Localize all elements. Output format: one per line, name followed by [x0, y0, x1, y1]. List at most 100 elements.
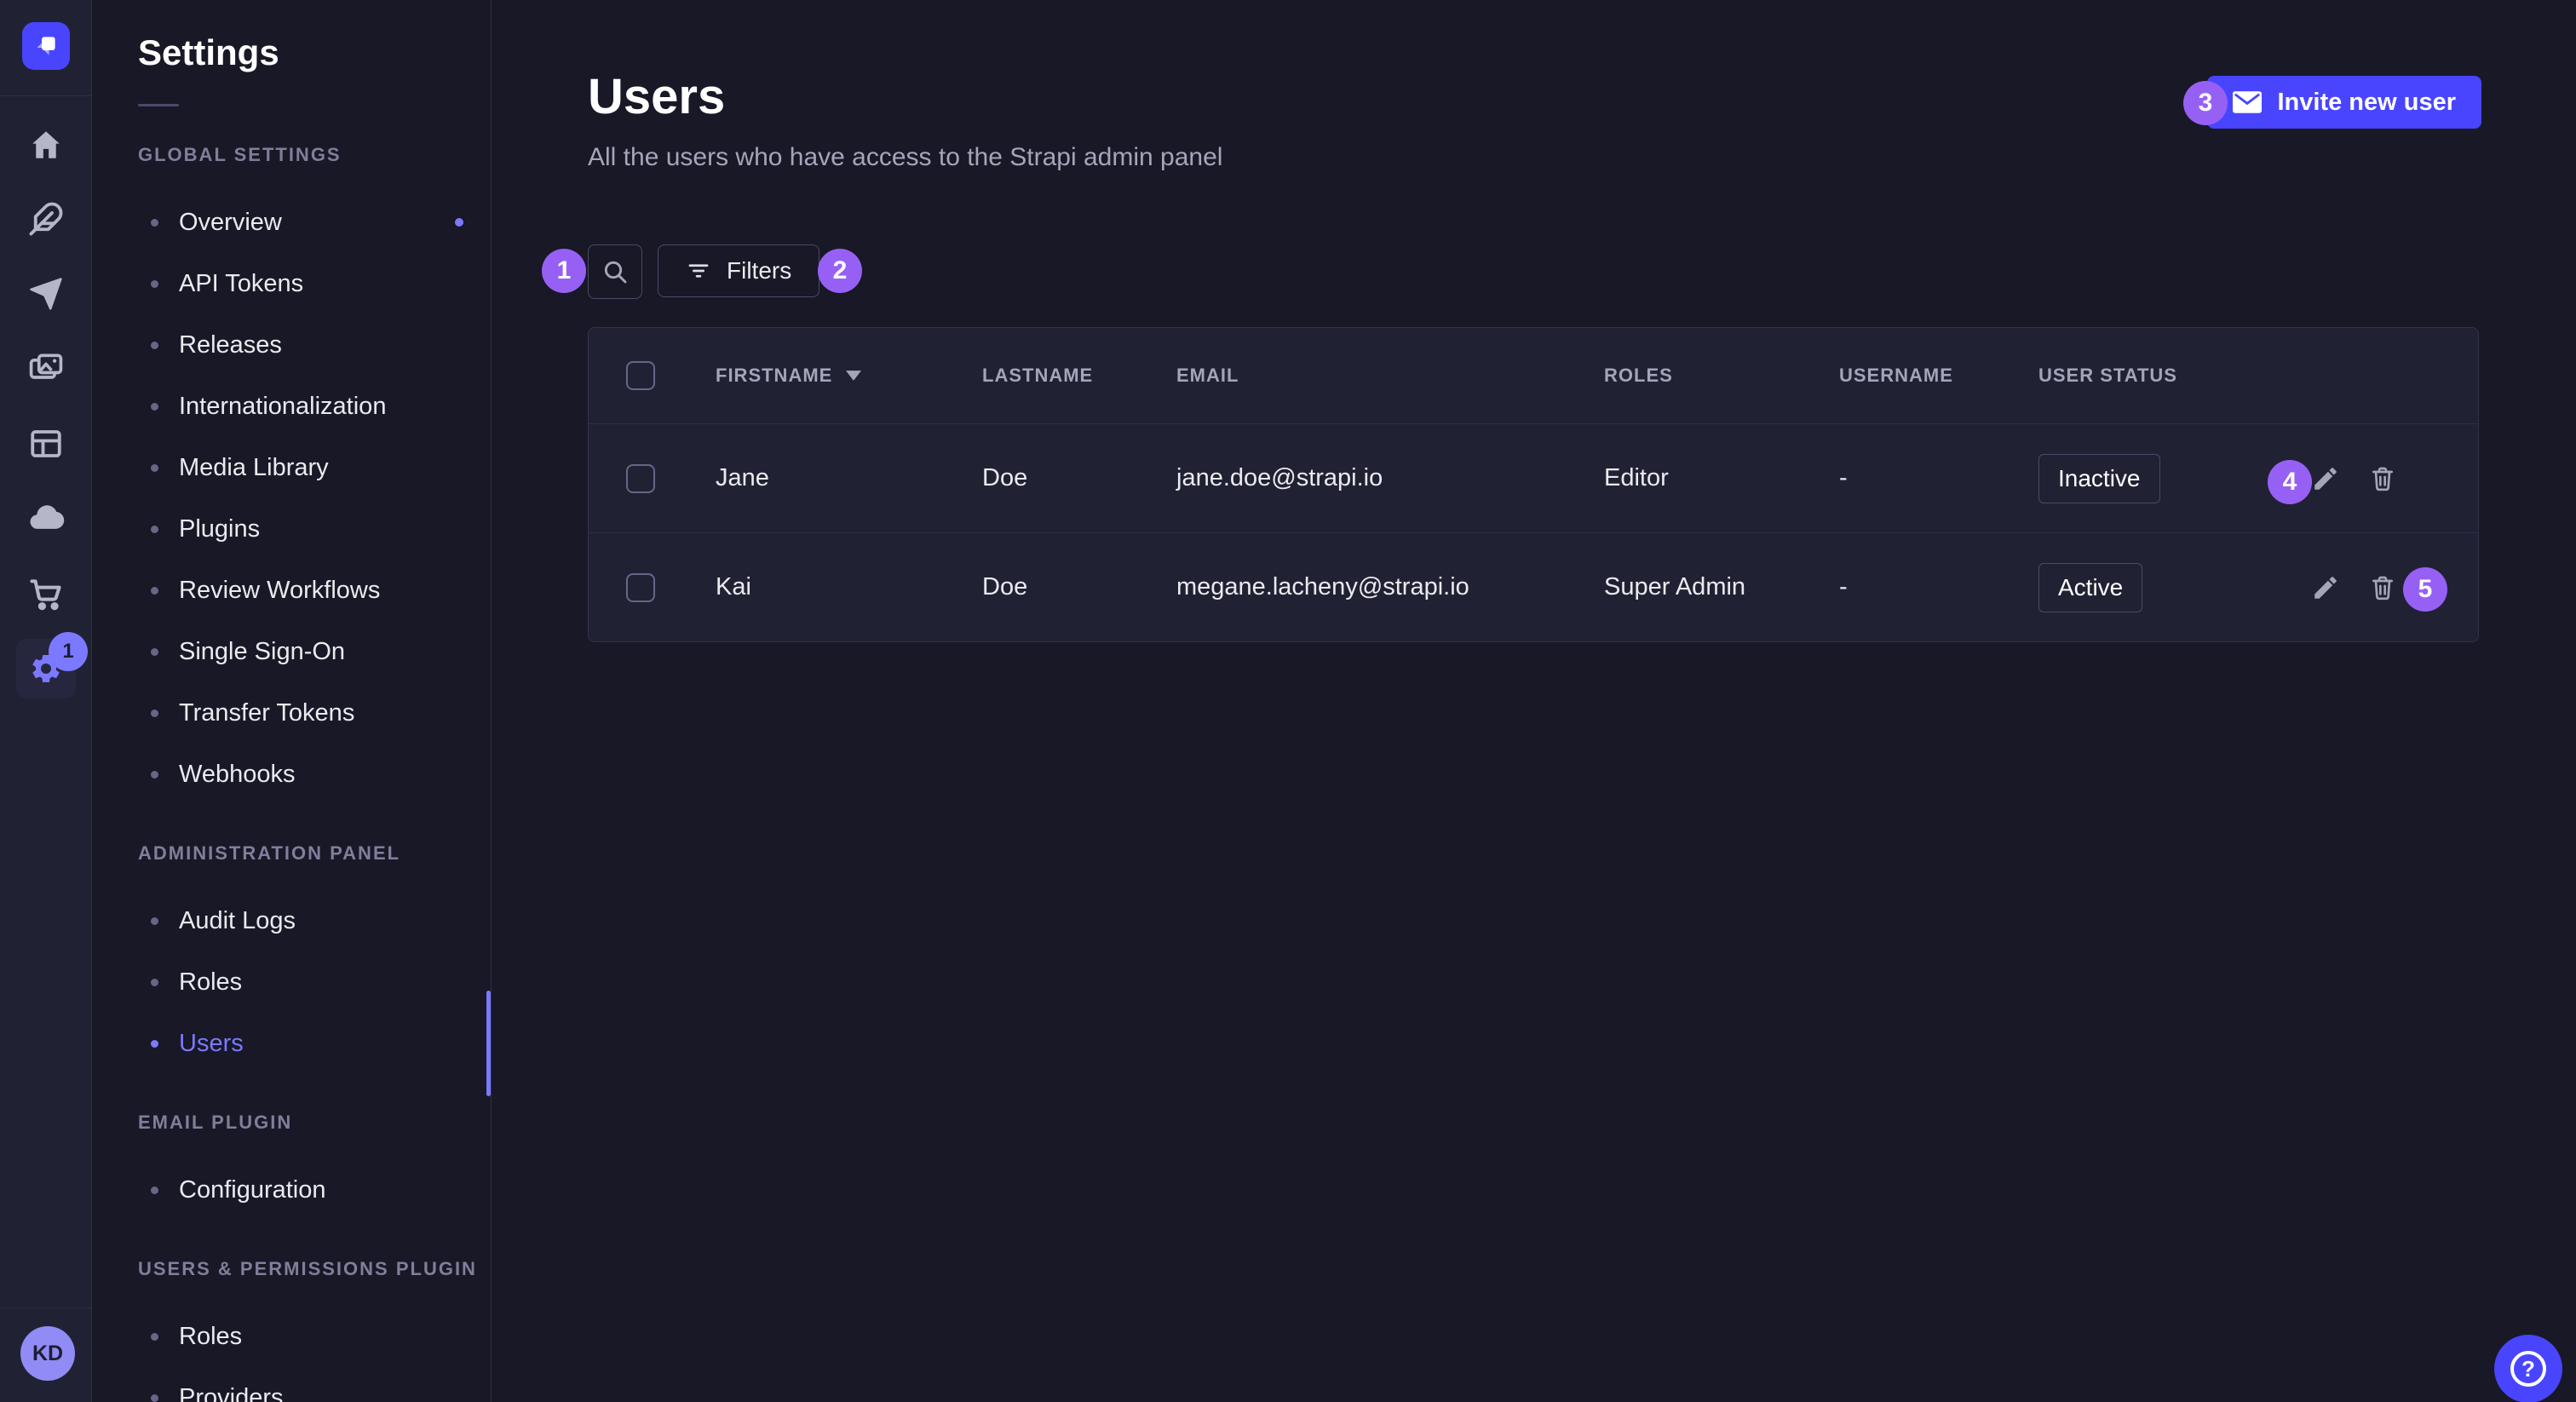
table-row-kai[interactable]: Kai Doe megane.lacheny@strapi.io Super A… [589, 532, 2478, 641]
bullet-icon [151, 342, 158, 349]
users-table: FIRSTNAME LASTNAME EMAIL ROLES USERNAME … [588, 327, 2479, 642]
bullet-icon [151, 771, 158, 779]
invite-new-user-button[interactable]: Invite new user [2207, 76, 2481, 129]
notification-dot-icon [455, 218, 463, 227]
sidebar-title-divider [138, 104, 179, 106]
edit-user-button[interactable] [2311, 573, 2340, 602]
strapi-logo-icon [32, 32, 60, 60]
marketplace-nav-button[interactable] [16, 564, 76, 623]
filter-icon [686, 258, 711, 284]
settings-sidebar: Settings GLOBAL SETTINGS Overview API To… [92, 0, 492, 1402]
sidebar-item-internationalization[interactable]: Internationalization [92, 376, 491, 437]
sidebar-item-releases[interactable]: Releases [92, 314, 491, 376]
section-global-settings: GLOBAL SETTINGS Overview API Tokens Rele… [92, 142, 491, 805]
sort-desc-icon [846, 371, 861, 381]
sidebar-item-providers[interactable]: Providers [92, 1367, 491, 1402]
bullet-icon [151, 219, 158, 227]
search-button[interactable] [588, 244, 642, 299]
sidebar-item-up-roles[interactable]: Roles [92, 1306, 491, 1367]
column-header-roles[interactable]: ROLES [1604, 365, 1839, 387]
page-subtitle: All the users who have access to the Str… [588, 143, 1222, 172]
column-header-user-status[interactable]: USER STATUS [2038, 365, 2286, 387]
annotation-badge-1: 1 [542, 249, 586, 293]
trash-icon [2369, 464, 2396, 493]
content-nav-button[interactable] [16, 189, 76, 249]
column-header-email[interactable]: EMAIL [1176, 365, 1604, 387]
cell-username: - [1839, 573, 2038, 601]
pencil-icon [2311, 573, 2340, 602]
active-item-indicator [486, 991, 491, 1096]
cell-roles: Editor [1604, 464, 1839, 492]
row-checkbox[interactable] [626, 573, 655, 602]
table-row-jane[interactable]: Jane Doe jane.doe@strapi.io Editor - Ina… [589, 423, 2478, 532]
select-all-checkbox[interactable] [626, 361, 655, 390]
cell-firstname: Kai [716, 573, 982, 601]
toolbar: Filters [588, 244, 819, 299]
media-library-nav-button[interactable] [16, 338, 76, 398]
bullet-icon [151, 464, 158, 472]
bullet-icon [151, 648, 158, 656]
sidebar-item-webhooks[interactable]: Webhooks [92, 744, 491, 805]
sidebar-item-transfer-tokens[interactable]: Transfer Tokens [92, 682, 491, 744]
sidebar-title: Settings [138, 32, 491, 73]
strapi-logo[interactable] [22, 22, 70, 70]
sidebar-item-configuration[interactable]: Configuration [92, 1159, 491, 1221]
home-nav-button[interactable] [16, 115, 76, 175]
rail-divider-bottom [0, 1307, 91, 1308]
row-checkbox[interactable] [626, 464, 655, 493]
cell-username: - [1839, 464, 2038, 492]
delete-user-button[interactable] [2369, 464, 2396, 493]
table-header-row: FIRSTNAME LASTNAME EMAIL ROLES USERNAME … [589, 328, 2478, 423]
images-icon [27, 349, 65, 387]
cell-email: megane.lacheny@strapi.io [1176, 573, 1604, 601]
bullet-icon [151, 1333, 158, 1341]
bullet-icon [151, 1394, 158, 1402]
column-header-username[interactable]: USERNAME [1839, 365, 2038, 387]
content-type-builder-nav-button[interactable] [16, 414, 76, 474]
search-icon [601, 258, 629, 285]
nav-rail: 1 KD [0, 0, 92, 1402]
bullet-icon [151, 1040, 158, 1048]
user-avatar[interactable]: KD [20, 1326, 75, 1381]
paper-plane-icon [28, 276, 64, 312]
bullet-icon [151, 280, 158, 288]
home-icon [28, 127, 64, 163]
cell-lastname: Doe [982, 573, 1176, 601]
bullet-icon [151, 403, 158, 411]
sidebar-item-admin-roles[interactable]: Roles [92, 951, 491, 1013]
help-button[interactable]: ? [2494, 1335, 2562, 1402]
bullet-icon [151, 587, 158, 595]
trash-icon [2369, 573, 2396, 602]
bullet-icon [151, 917, 158, 925]
sidebar-item-single-sign-on[interactable]: Single Sign-On [92, 621, 491, 682]
column-header-lastname[interactable]: LASTNAME [982, 365, 1176, 387]
cell-lastname: Doe [982, 464, 1176, 492]
bullet-icon [151, 526, 158, 533]
sidebar-item-api-tokens[interactable]: API Tokens [92, 253, 491, 314]
section-label: ADMINISTRATION PANEL [138, 841, 491, 866]
cart-icon [27, 575, 65, 612]
cell-firstname: Jane [716, 464, 982, 492]
edit-user-button[interactable] [2311, 464, 2340, 493]
annotation-badge-2: 2 [818, 249, 862, 293]
sidebar-item-users[interactable]: Users [92, 1013, 491, 1074]
send-nav-button[interactable] [16, 264, 76, 324]
cell-roles: Super Admin [1604, 573, 1839, 601]
column-header-firstname[interactable]: FIRSTNAME [716, 365, 982, 387]
sidebar-item-media-library[interactable]: Media Library [92, 437, 491, 498]
sidebar-item-review-workflows[interactable]: Review Workflows [92, 560, 491, 621]
section-label: EMAIL PLUGIN [138, 1110, 491, 1135]
filters-button[interactable]: Filters [658, 244, 819, 297]
sidebar-item-overview[interactable]: Overview [92, 192, 491, 253]
pencil-icon [2311, 464, 2340, 493]
section-email-plugin: EMAIL PLUGIN Configuration [92, 1110, 491, 1221]
layout-icon [28, 426, 64, 462]
annotation-badge-5: 5 [2403, 567, 2447, 612]
delete-user-button[interactable] [2369, 573, 2396, 602]
section-label: USERS & PERMISSIONS PLUGIN [138, 1256, 491, 1282]
sidebar-item-plugins[interactable]: Plugins [92, 498, 491, 560]
annotation-badge-3: 3 [2183, 81, 2228, 125]
section-administration-panel: ADMINISTRATION PANEL Audit Logs Roles Us… [92, 841, 491, 1074]
deploy-nav-button[interactable] [16, 488, 76, 548]
sidebar-item-audit-logs[interactable]: Audit Logs [92, 890, 491, 951]
